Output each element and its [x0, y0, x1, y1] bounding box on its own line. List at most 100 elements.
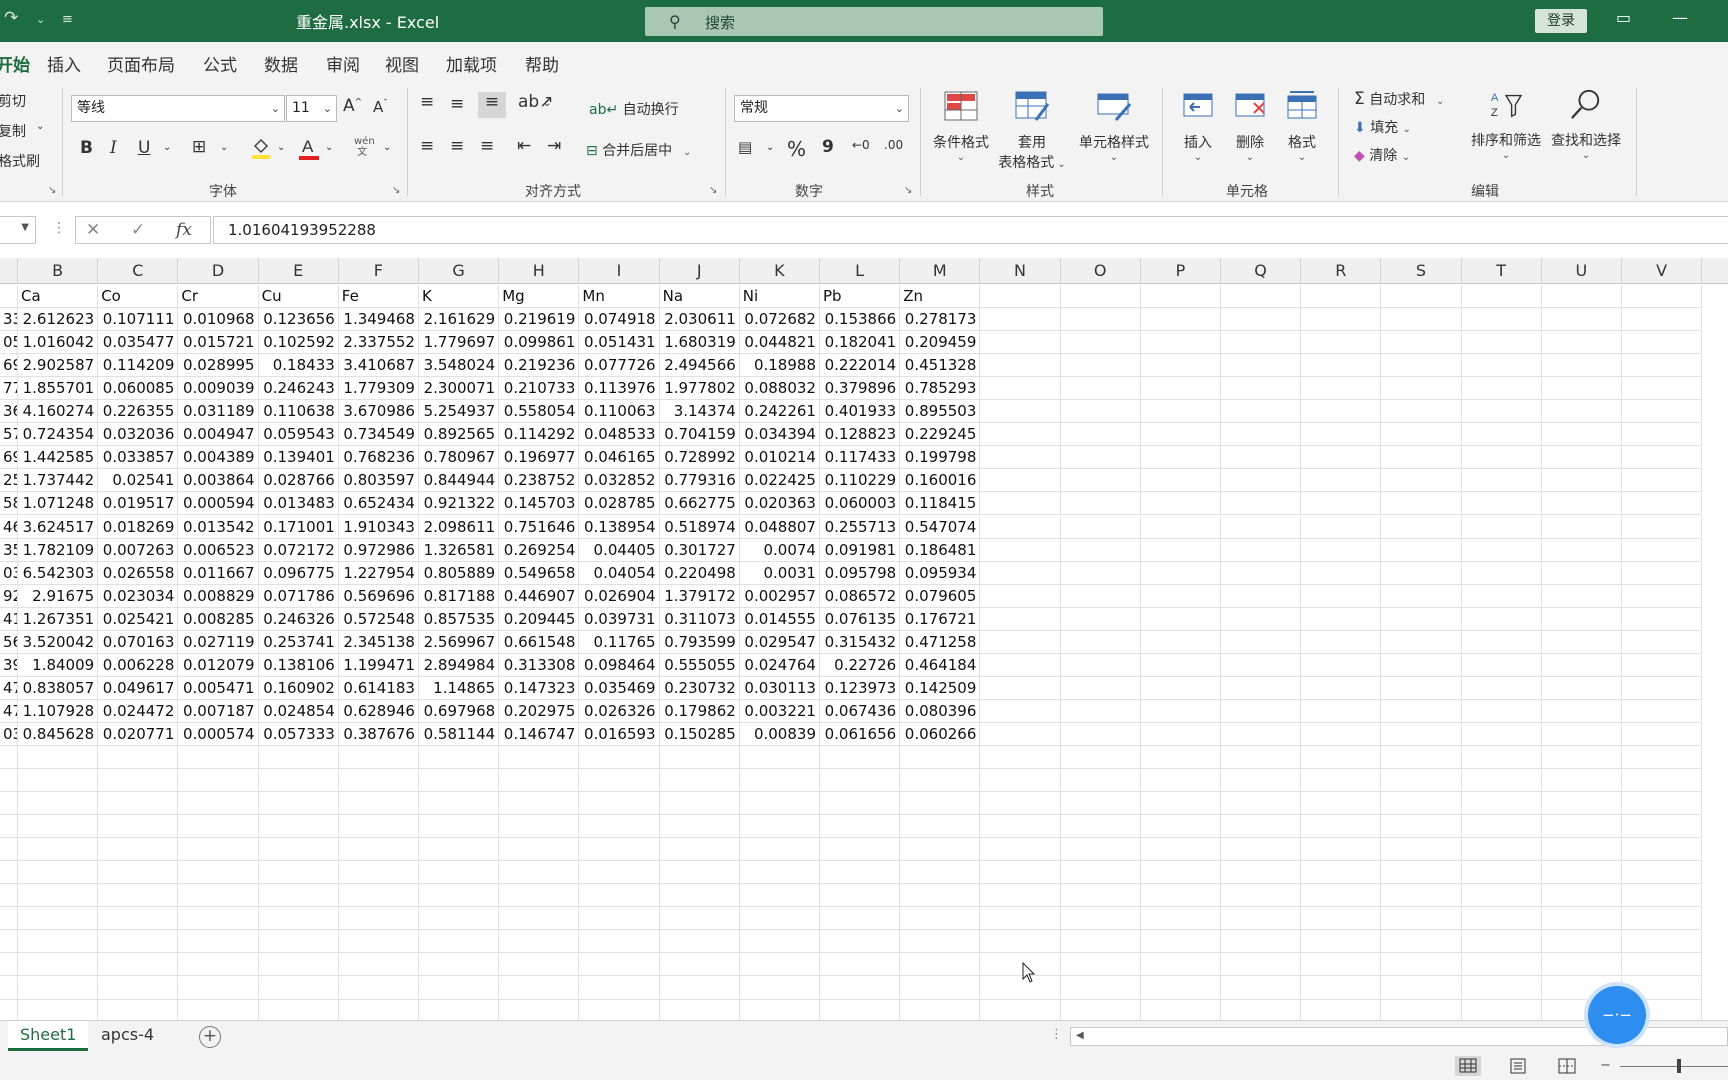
table-cell[interactable]: [1541, 792, 1622, 816]
table-cell[interactable]: [1221, 884, 1302, 908]
table-cell[interactable]: [1622, 446, 1703, 470]
table-cell[interactable]: 0.269254: [499, 538, 580, 562]
table-cell[interactable]: 1.199471: [338, 653, 419, 677]
table-cell[interactable]: [1221, 653, 1302, 677]
table-cell[interactable]: [1381, 561, 1462, 585]
table-cell[interactable]: 0.230732: [659, 676, 740, 700]
table-cell[interactable]: 0.014555: [739, 607, 820, 631]
table-cell[interactable]: [18, 861, 99, 885]
table-cell[interactable]: 0.023034: [98, 584, 179, 608]
table-cell[interactable]: [1461, 907, 1542, 931]
table-cell[interactable]: [1301, 492, 1382, 516]
column-header-q[interactable]: Q: [1221, 258, 1302, 284]
table-cell[interactable]: [1140, 492, 1221, 516]
table-cell[interactable]: [739, 884, 820, 908]
table-cell[interactable]: 57: [0, 423, 18, 447]
table-cell[interactable]: 1.14865: [419, 676, 500, 700]
table-cell[interactable]: [1221, 515, 1302, 539]
table-cell[interactable]: [1381, 976, 1462, 1000]
wrap-text-button[interactable]: ab↵ 自动换行: [589, 99, 679, 119]
table-cell[interactable]: [739, 769, 820, 793]
table-cell[interactable]: [1381, 308, 1462, 332]
column-header-e[interactable]: E: [259, 258, 339, 284]
table-cell[interactable]: [1622, 400, 1703, 424]
table-cell[interactable]: [178, 746, 259, 769]
table-cell[interactable]: [1541, 331, 1622, 355]
table-cell[interactable]: [820, 953, 901, 977]
table-cell[interactable]: [1622, 584, 1703, 608]
table-cell[interactable]: [1301, 884, 1382, 908]
table-cell[interactable]: 0.464184: [900, 653, 981, 677]
table-cell[interactable]: [0, 999, 18, 1020]
table-cell[interactable]: [739, 815, 820, 839]
table-cell[interactable]: [18, 907, 99, 931]
table-cell[interactable]: [499, 746, 580, 769]
table-cell[interactable]: [1301, 976, 1382, 1000]
table-cell[interactable]: [1221, 538, 1302, 562]
table-cell[interactable]: [178, 769, 259, 793]
table-cell[interactable]: [98, 792, 179, 816]
table-cell[interactable]: 0.035469: [579, 676, 660, 700]
table-cell[interactable]: [1221, 907, 1302, 931]
redo-dropdown-icon[interactable]: ⌄: [36, 13, 45, 26]
table-cell[interactable]: [1060, 722, 1141, 746]
table-cell[interactable]: 2.098611: [419, 515, 500, 539]
table-cell[interactable]: [0, 953, 18, 977]
table-cell[interactable]: [1221, 285, 1302, 308]
table-cell[interactable]: [1461, 584, 1542, 608]
table-cell[interactable]: [980, 699, 1061, 723]
table-cell[interactable]: [0, 769, 18, 793]
table-cell[interactable]: 0.0074: [739, 538, 820, 562]
customize-quick-access-icon[interactable]: ≡: [62, 12, 73, 27]
table-cell[interactable]: 0.020363: [739, 492, 820, 516]
table-cell[interactable]: [1221, 354, 1302, 378]
table-cell[interactable]: 0.114292: [499, 423, 580, 447]
table-cell[interactable]: 2.345138: [338, 630, 419, 654]
table-cell[interactable]: [258, 884, 339, 908]
table-cell[interactable]: [419, 815, 500, 839]
table-cell[interactable]: [1541, 607, 1622, 631]
table-cell[interactable]: [98, 907, 179, 931]
table-cell[interactable]: 1.107928: [18, 699, 99, 723]
table-cell[interactable]: [1461, 884, 1542, 908]
table-cell[interactable]: [1221, 400, 1302, 424]
zoom-slider-track[interactable]: [1620, 1066, 1728, 1067]
table-cell[interactable]: [1622, 653, 1703, 677]
table-cell[interactable]: [0, 285, 18, 308]
table-cell[interactable]: [900, 907, 981, 931]
table-cell[interactable]: 0.972986: [338, 538, 419, 562]
table-cell[interactable]: 0.117433: [820, 446, 901, 470]
table-cell[interactable]: [1461, 561, 1542, 585]
table-cell[interactable]: [1381, 653, 1462, 677]
table-cell[interactable]: 2.300071: [419, 377, 500, 401]
formula-bar-grip-icon[interactable]: ⋮: [52, 220, 66, 236]
table-cell[interactable]: [1060, 607, 1141, 631]
table-cell[interactable]: [1060, 377, 1141, 401]
table-cell[interactable]: 0.032852: [579, 469, 660, 493]
table-cell[interactable]: 0.025421: [98, 607, 179, 631]
table-cell[interactable]: [0, 907, 18, 931]
formula-input[interactable]: 1.01604193952288: [213, 216, 1728, 244]
column-header-j[interactable]: J: [660, 258, 740, 284]
header-cell[interactable]: Zn: [900, 285, 981, 308]
table-cell[interactable]: [1461, 930, 1542, 954]
accounting-format-icon[interactable]: ▤: [738, 138, 752, 156]
table-cell[interactable]: 0.313308: [499, 653, 580, 677]
table-cell[interactable]: 1.016042: [18, 331, 99, 355]
scroll-left-icon[interactable]: ◀: [1076, 1030, 1084, 1041]
table-cell[interactable]: [820, 884, 901, 908]
table-cell[interactable]: [980, 999, 1061, 1020]
table-cell[interactable]: 3.548024: [419, 354, 500, 378]
table-cell[interactable]: [1221, 561, 1302, 585]
table-cell[interactable]: 0.051431: [579, 331, 660, 355]
table-cell[interactable]: [739, 746, 820, 769]
table-cell[interactable]: [1140, 976, 1221, 1000]
table-cell[interactable]: [1221, 976, 1302, 1000]
find-select-button[interactable]: 查找和选择 ⌄: [1546, 88, 1626, 161]
table-cell[interactable]: [1140, 930, 1221, 954]
table-cell[interactable]: [1140, 400, 1221, 424]
table-cell[interactable]: 2.569967: [419, 630, 500, 654]
column-header-a[interactable]: [0, 258, 18, 284]
table-cell[interactable]: 0.246243: [258, 377, 339, 401]
table-cell[interactable]: [499, 769, 580, 793]
